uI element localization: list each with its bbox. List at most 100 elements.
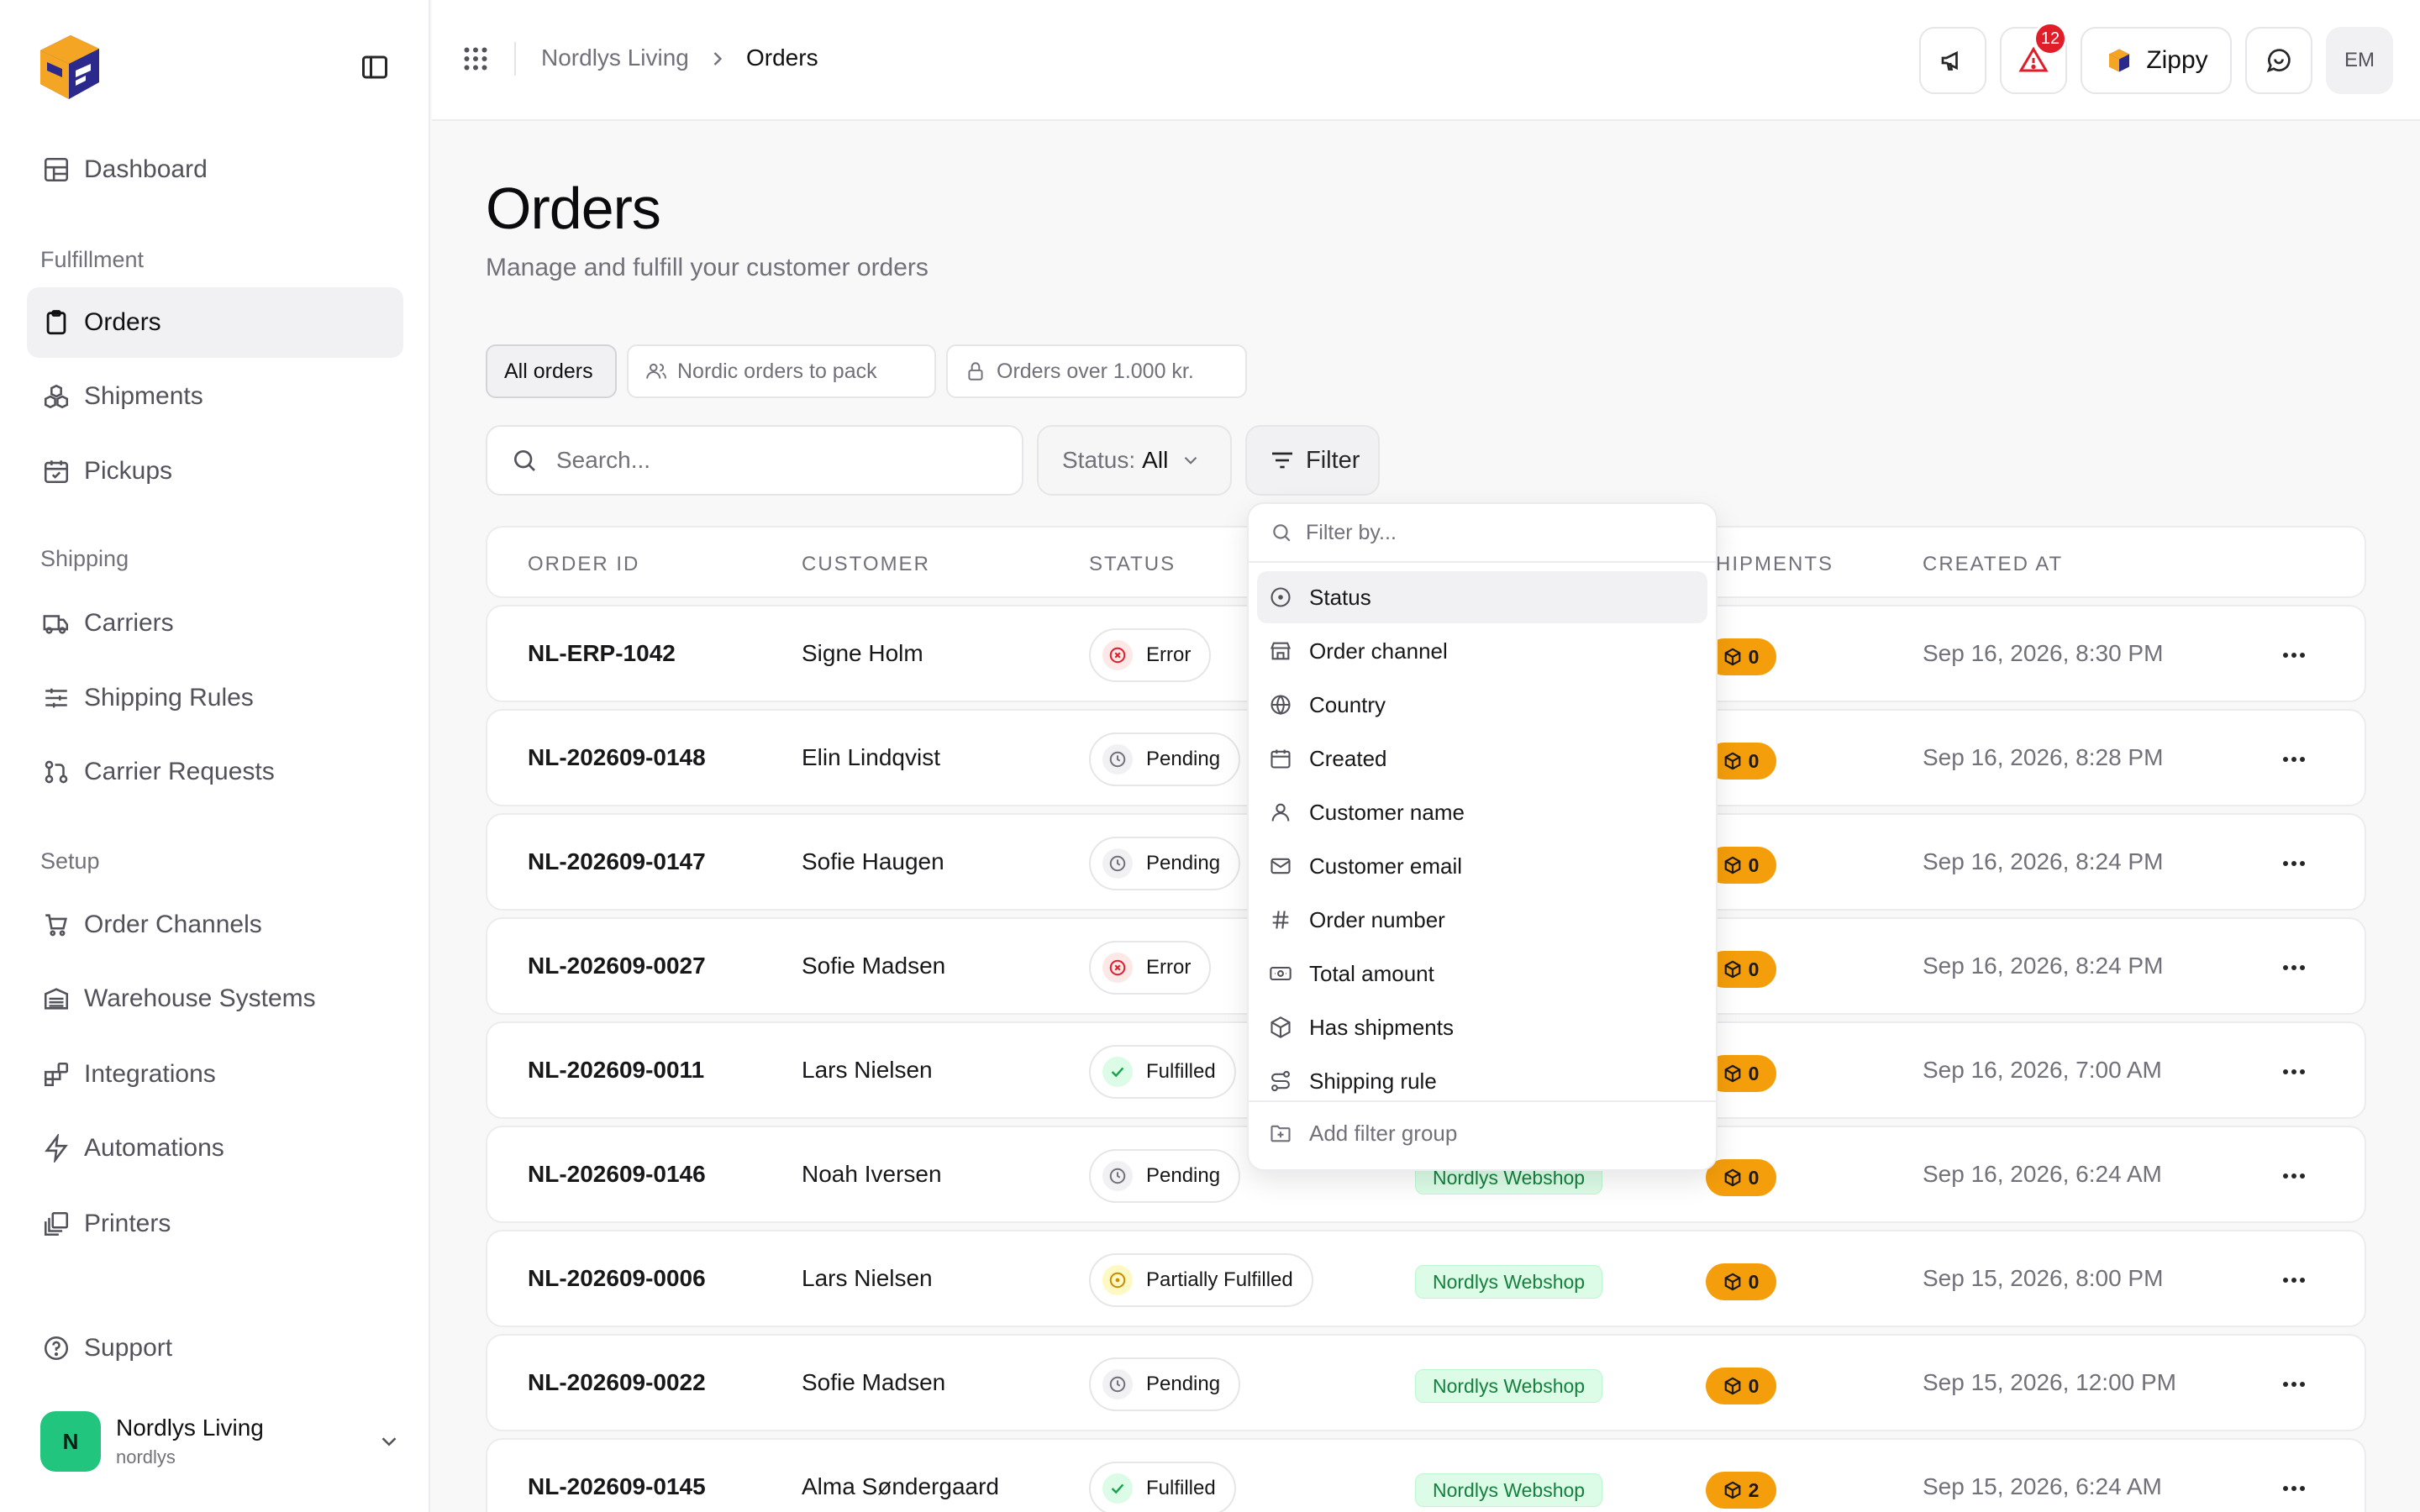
created-at: Sep 16, 2026, 8:30 PM xyxy=(1923,640,2164,666)
status-badge: Partially Fulfilled xyxy=(1089,1253,1313,1307)
shipments-count: 0 xyxy=(1748,1270,1760,1293)
announcements-button[interactable] xyxy=(1919,27,1986,94)
sidebar-item-dashboard[interactable]: Dashboard xyxy=(27,134,403,205)
order-id[interactable]: NL-202609-0146 xyxy=(528,1161,706,1188)
circle-dot-icon xyxy=(1102,1265,1133,1295)
more-actions-icon[interactable] xyxy=(2281,852,2307,875)
more-actions-icon[interactable] xyxy=(2281,1373,2307,1396)
account-name: Nordlys Living xyxy=(116,1415,264,1441)
search-box[interactable] xyxy=(486,425,1023,496)
sidebar-item-carrier-requests[interactable]: Carrier Requests xyxy=(27,737,403,807)
help-circle-icon xyxy=(42,1334,71,1362)
user-avatar[interactable]: EM xyxy=(2326,27,2393,94)
filter-option-customer-email[interactable]: Customer email xyxy=(1257,840,1707,892)
order-id[interactable]: NL-202609-0148 xyxy=(528,744,706,771)
sidebar-item-support[interactable]: Support xyxy=(27,1313,403,1383)
sidebar-item-printers[interactable]: Printers xyxy=(27,1189,403,1259)
apps-grid-icon[interactable] xyxy=(460,44,491,74)
filter-option-order-channel[interactable]: Order channel xyxy=(1257,625,1707,677)
filter-label: Filter xyxy=(1306,446,1360,474)
view-tab-nordic-orders[interactable]: Nordic orders to pack xyxy=(627,344,936,398)
zippy-logo-icon xyxy=(2104,45,2134,76)
more-actions-icon[interactable] xyxy=(2281,1268,2307,1292)
app-logo[interactable] xyxy=(29,29,106,106)
package-icon xyxy=(1723,1064,1749,1083)
order-id[interactable]: NL-202609-0011 xyxy=(528,1057,704,1084)
more-actions-icon[interactable] xyxy=(2281,1164,2307,1188)
order-id[interactable]: NL-202609-0027 xyxy=(528,953,706,979)
users-icon xyxy=(645,360,677,382)
column-header-status[interactable]: STATUS xyxy=(1089,553,1176,576)
more-actions-icon[interactable] xyxy=(2281,748,2307,771)
column-header-shipments[interactable]: HIPMENTS xyxy=(1716,553,1833,576)
sidebar-item-carriers[interactable]: Carriers xyxy=(27,588,403,659)
filter-option-status[interactable]: Status xyxy=(1257,571,1707,623)
sidebar-item-warehouse-systems[interactable]: Warehouse Systems xyxy=(27,963,403,1034)
zippy-assistant-button[interactable]: Zippy xyxy=(2081,27,2232,94)
customer-name: Elin Lindqvist xyxy=(802,744,940,770)
filter-button[interactable]: Filter xyxy=(1245,425,1380,496)
status-label: Pending xyxy=(1146,1164,1221,1187)
clock-icon xyxy=(1102,744,1133,774)
status-badge: Pending xyxy=(1089,732,1241,786)
zap-icon xyxy=(42,1134,71,1163)
order-id[interactable]: NL-ERP-1042 xyxy=(528,640,676,667)
sidebar-item-automations[interactable]: Automations xyxy=(27,1113,403,1184)
view-tab-all-orders[interactable]: All orders xyxy=(486,344,617,398)
column-header-created-at[interactable]: CREATED AT xyxy=(1923,553,2063,576)
chat-button[interactable] xyxy=(2245,27,2312,94)
more-actions-icon[interactable] xyxy=(2281,643,2307,667)
filter-option-order-number[interactable]: Order number xyxy=(1257,894,1707,946)
shipments-count: 0 xyxy=(1748,958,1760,980)
order-id[interactable]: NL-202609-0006 xyxy=(528,1265,706,1292)
add-filter-group-button[interactable]: Add filter group xyxy=(1257,1107,1707,1159)
table-row[interactable]: NL-202609-0145 Alma Søndergaard Fulfilled N… xyxy=(486,1438,2366,1512)
alerts-count-badge: 12 xyxy=(2033,22,2067,55)
order-id[interactable]: NL-202609-0145 xyxy=(528,1473,706,1500)
sidebar-item-shipments[interactable]: Shipments xyxy=(27,361,403,432)
sidebar-toggle-icon[interactable] xyxy=(360,52,390,82)
status-label: Error xyxy=(1146,643,1192,666)
chevron-right-icon xyxy=(706,47,729,71)
sidebar-item-order-channels[interactable]: Order Channels xyxy=(27,890,403,960)
filter-option-total-amount[interactable]: Total amount xyxy=(1257,948,1707,1000)
status-label: Error xyxy=(1146,956,1192,979)
sidebar-item-orders[interactable]: Orders xyxy=(27,287,403,358)
search-icon xyxy=(511,447,556,474)
filter-search-input[interactable] xyxy=(1306,520,1701,545)
status-select[interactable]: Status: All xyxy=(1037,425,1232,496)
breadcrumb-current: Orders xyxy=(746,45,818,71)
order-id[interactable]: NL-202609-0022 xyxy=(528,1369,706,1396)
customer-name: Lars Nielsen xyxy=(802,1057,933,1083)
more-actions-icon[interactable] xyxy=(2281,956,2307,979)
filter-option-created[interactable]: Created xyxy=(1257,732,1707,785)
more-actions-icon[interactable] xyxy=(2281,1060,2307,1084)
breadcrumb-workspace[interactable]: Nordlys Living xyxy=(541,45,689,71)
table-row[interactable]: NL-202609-0006 Lars Nielsen Partially Fulf… xyxy=(486,1230,2366,1327)
column-header-customer[interactable]: CUSTOMER xyxy=(802,553,930,576)
package-icon xyxy=(1723,752,1749,770)
order-id[interactable]: NL-202609-0147 xyxy=(528,848,706,875)
sidebar-item-integrations[interactable]: Integrations xyxy=(27,1039,403,1110)
filter-option-customer-name[interactable]: Customer name xyxy=(1257,786,1707,838)
sidebar-item-pickups[interactable]: Pickups xyxy=(27,436,403,507)
filter-search[interactable] xyxy=(1249,504,1716,563)
sidebar-item-label: Warehouse Systems xyxy=(84,984,316,1012)
account-switcher[interactable]: N Nordlys Living nordlys xyxy=(40,1410,402,1473)
filter-option-has-shipments[interactable]: Has shipments xyxy=(1257,1001,1707,1053)
search-input[interactable] xyxy=(556,447,993,474)
filter-option-shipping-rule[interactable]: Shipping rule xyxy=(1257,1055,1707,1107)
page-subtitle: Manage and fulfill your customer orders xyxy=(486,254,929,281)
table-row[interactable]: NL-202609-0022 Sofie Madsen Pending Nordlys… xyxy=(486,1334,2366,1431)
status-label: Pending xyxy=(1146,852,1221,874)
view-tab-orders-over[interactable]: Orders over 1.000 kr. xyxy=(946,344,1247,398)
warehouse-icon xyxy=(42,984,71,1013)
chevron-down-icon xyxy=(376,1429,402,1454)
sidebar-item-shipping-rules[interactable]: Shipping Rules xyxy=(27,663,403,733)
package-icon xyxy=(1723,648,1749,666)
filter-option-country[interactable]: Country xyxy=(1257,679,1707,731)
more-actions-icon[interactable] xyxy=(2281,1477,2307,1500)
search-icon xyxy=(1270,522,1306,543)
column-header-order-id[interactable]: ORDER ID xyxy=(528,553,639,576)
filter-dropdown: Status Order channel Country Created Cus… xyxy=(1247,502,1718,1171)
